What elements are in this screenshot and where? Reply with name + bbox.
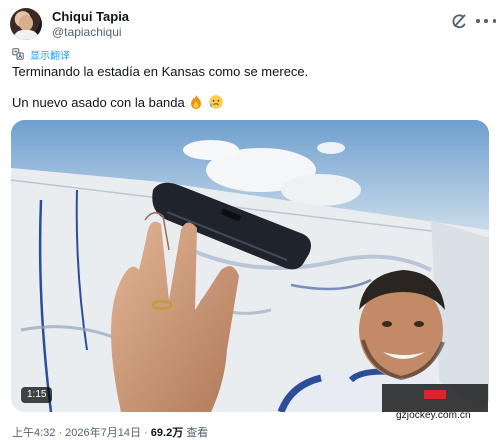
tweet-text: Terminando la estadía en Kansas como se … — [12, 63, 488, 111]
tweet-timestamp[interactable]: 上午4:32 · 2026年7月14日 — [12, 427, 141, 439]
grok-icon[interactable] — [450, 12, 468, 30]
watermark-url: gzjockey.com.cn — [396, 410, 471, 421]
tweet-text-line-2: Un nuevo asado con la banda — [12, 95, 185, 110]
video-duration-badge: 1:15 — [21, 387, 53, 403]
tweet-meta: 上午4:32 · 2026年7月14日 · 69.2万 查看 — [12, 424, 208, 440]
avatar-face — [19, 15, 33, 31]
watermark-logo — [382, 384, 488, 412]
more-icon[interactable] — [476, 12, 496, 30]
translate-link[interactable]: 显示翻译 — [12, 47, 70, 62]
translate-label[interactable]: 显示翻译 — [30, 47, 70, 62]
tweet-text-line-1: Terminando la estadía en Kansas como se … — [12, 64, 309, 79]
tweet-header: Chiqui Tapia @tapiachiqui — [10, 6, 496, 42]
avatar[interactable] — [10, 8, 42, 40]
tweet-video[interactable]: 1:15 — [11, 120, 489, 412]
watermark-red-box — [424, 390, 446, 399]
fire-emoji-icon — [191, 95, 202, 109]
views-label: 查看 — [186, 427, 209, 439]
translate-icon — [12, 48, 24, 60]
avatar-shirt — [13, 30, 39, 40]
views-count: 69.2万 — [150, 427, 184, 439]
author-display-name[interactable]: Chiqui Tapia — [52, 9, 129, 24]
author-handle[interactable]: @tapiachiqui — [52, 25, 122, 39]
meta-separator: · — [141, 427, 151, 439]
video-frame — [11, 120, 489, 412]
tweet-text-line-2-wrap: Un nuevo asado con la banda — [12, 94, 488, 111]
face-holding-back-tears-icon — [209, 95, 223, 109]
